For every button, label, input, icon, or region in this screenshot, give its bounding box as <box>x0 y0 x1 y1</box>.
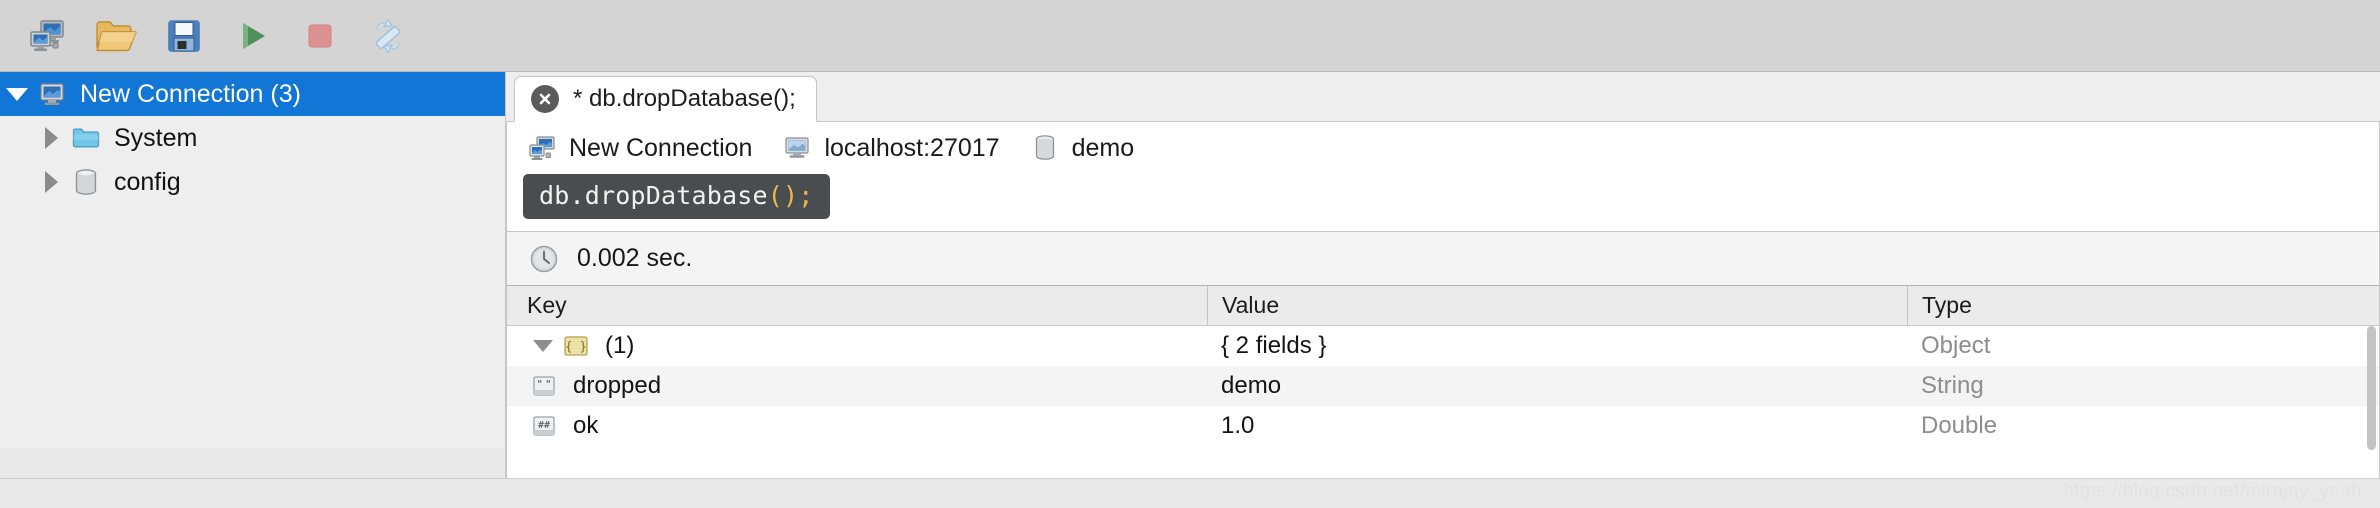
database-icon <box>68 168 104 196</box>
code-line[interactable]: db.dropDatabase(); <box>523 174 830 219</box>
code-token-call: db.dropDatabase <box>539 181 768 210</box>
cell-type: Object <box>1921 332 1991 359</box>
tab-db-drop-database[interactable]: * db.dropDatabase(); <box>514 76 817 122</box>
cell-value: { 2 fields } <box>1221 332 1327 359</box>
computers-icon <box>527 133 557 163</box>
sidebar-item-label: config <box>114 167 181 196</box>
object-braces-icon: { } <box>559 334 593 358</box>
breadcrumb-label: demo <box>1071 133 1135 162</box>
breadcrumb-label: New Connection <box>569 133 753 162</box>
results-table: Key Value Type { } (1) {2 fields} Obje… <box>506 285 2380 478</box>
cell-key: " " dropped <box>507 366 1207 406</box>
breadcrumb-item-connection[interactable]: New Connection <box>527 133 752 163</box>
bottom-status-strip: https://blog.csdn.net/mirajay_yeah <box>0 478 2380 508</box>
breadcrumb-label: localhost:27017 <box>824 133 1000 162</box>
computers-icon <box>28 16 68 56</box>
cell-key: ## ok <box>507 406 1207 446</box>
table-header-row: Key Value Type <box>507 286 2379 326</box>
new-connection-button[interactable] <box>14 6 82 66</box>
code-token-parens: () <box>767 181 799 210</box>
code-editor[interactable]: db.dropDatabase(); <box>507 174 2379 231</box>
code-token-semicolon: ; <box>798 181 814 210</box>
application-window: New Connection (3) System config * db.dr… <box>0 0 2380 508</box>
cell-key: { } (1) <box>507 326 1207 366</box>
cell-type: Double <box>1921 412 1998 439</box>
svg-text:##: ## <box>538 420 550 431</box>
tab-label: * db.dropDatabase(); <box>573 85 796 112</box>
table-row[interactable]: " " dropped demo String <box>507 366 2379 406</box>
database-icon <box>1030 133 1060 163</box>
row-expander-down-icon[interactable] <box>527 340 559 352</box>
stop-square-icon <box>300 16 340 56</box>
refresh-arrows-icon <box>367 15 409 57</box>
connection-tree-sidebar: New Connection (3) System config <box>0 72 506 478</box>
computer-icon <box>34 81 70 107</box>
table-body: { } (1) { 2 fields } Object " " dropped … <box>507 326 2379 478</box>
body-split: New Connection (3) System config * db.dr… <box>0 72 2380 478</box>
execute-button[interactable] <box>218 6 286 66</box>
svg-text:{ }: { } <box>565 340 587 354</box>
play-icon <box>232 16 272 56</box>
open-script-button[interactable] <box>82 6 150 66</box>
column-header-value[interactable]: Value <box>1207 286 1907 325</box>
refresh-button[interactable] <box>354 6 422 66</box>
expander-right-icon[interactable] <box>34 171 68 193</box>
sidebar-bottom-pad <box>0 448 505 478</box>
tab-strip: * db.dropDatabase(); <box>506 72 2380 122</box>
row-key-label: (1) <box>605 332 635 359</box>
sidebar-item-label: System <box>114 123 198 152</box>
sidebar-item-config[interactable]: config <box>0 160 505 204</box>
scrollbar-thumb[interactable] <box>2367 326 2376 450</box>
stop-button[interactable] <box>286 6 354 66</box>
save-script-button[interactable] <box>150 6 218 66</box>
main-panel: * db.dropDatabase(); New Connection loca… <box>506 72 2380 478</box>
main-toolbar <box>0 0 2380 72</box>
computer-icon <box>782 133 812 163</box>
sidebar-item-label: New Connection (3) <box>80 79 301 108</box>
editor-card: New Connection localhost:27017 demo db.d… <box>506 122 2380 231</box>
column-header-key[interactable]: Key <box>507 286 1207 325</box>
execution-time: 0.002 sec. <box>577 244 693 272</box>
expander-down-icon[interactable] <box>0 87 34 101</box>
number-hash-icon: ## <box>527 414 561 438</box>
cell-value: demo <box>1221 372 1282 399</box>
row-key-label: dropped <box>573 372 662 399</box>
close-circle-icon[interactable] <box>531 85 559 113</box>
floppy-disk-icon <box>164 16 204 56</box>
string-quotes-icon: " " <box>527 374 561 398</box>
breadcrumb: New Connection localhost:27017 demo <box>507 122 2379 174</box>
folder-icon <box>68 126 104 150</box>
results-vertical-scrollbar[interactable] <box>2367 326 2376 450</box>
clock-icon <box>527 242 561 276</box>
table-row[interactable]: ## ok 1.0 Double <box>507 406 2379 446</box>
sidebar-item-system[interactable]: System <box>0 116 505 160</box>
table-row[interactable]: { } (1) { 2 fields } Object <box>507 326 2379 366</box>
row-key-label: ok <box>573 412 599 439</box>
column-header-type[interactable]: Type <box>1907 286 2379 325</box>
folder-open-icon <box>95 16 137 56</box>
watermark-text: https://blog.csdn.net/mirajay_yeah <box>2063 481 2362 502</box>
execution-status-bar: 0.002 sec. <box>506 231 2380 285</box>
breadcrumb-item-database[interactable]: demo <box>1030 133 1135 163</box>
cell-type: String <box>1921 372 1984 399</box>
svg-text:" ": " " <box>537 378 551 391</box>
cell-value: 1.0 <box>1221 412 1255 439</box>
expander-right-icon[interactable] <box>34 127 68 149</box>
sidebar-item-new-connection[interactable]: New Connection (3) <box>0 72 505 116</box>
breadcrumb-item-host[interactable]: localhost:27017 <box>782 133 1000 163</box>
